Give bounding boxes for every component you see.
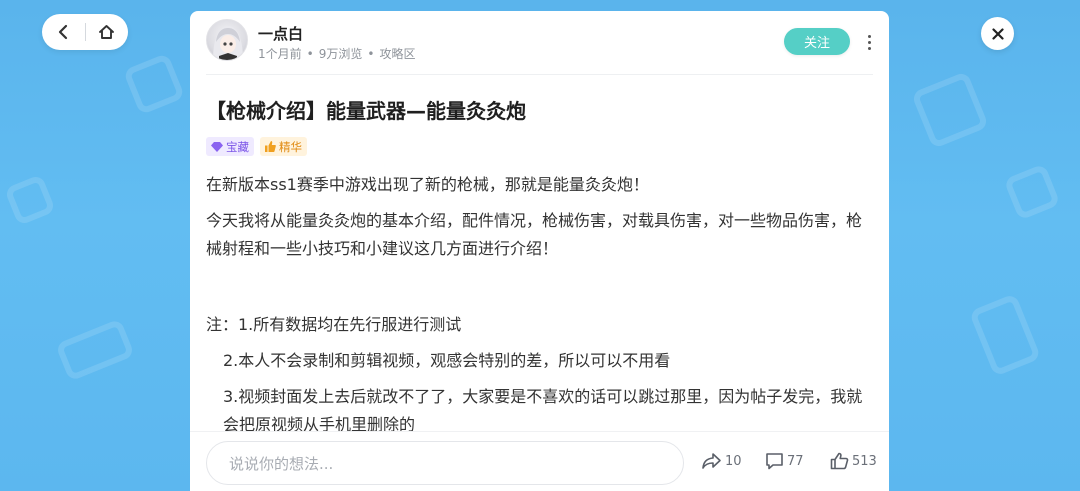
back-button[interactable] — [42, 14, 85, 50]
follow-button[interactable]: 关注 — [784, 28, 850, 55]
more-vertical-icon[interactable] — [862, 32, 876, 52]
post-title: 【枪械介绍】能量武器—能量灸灸炮 — [206, 99, 526, 123]
meta-dot: • — [306, 46, 314, 61]
tag-label: 宝藏 — [226, 139, 249, 154]
header-divider — [206, 74, 873, 75]
avatar-anime-girl — [213, 26, 243, 60]
home-icon — [99, 25, 115, 39]
like-count: 513 — [852, 453, 877, 469]
comment-input[interactable]: 说说你的想法... — [206, 441, 684, 485]
post-card: 一点白 1个月前 • 9万浏览 • 攻略区 关注 【枪械介绍】能量武器—能量灸灸… — [190, 11, 889, 491]
paragraph: 在新版本ss1赛季中游戏出现了新的枪械，那就是能量灸灸炮！ — [206, 175, 649, 194]
bottom-action-bar: 说说你的想法... 10 77 513 — [190, 431, 889, 491]
home-button[interactable] — [85, 14, 128, 50]
paragraph: 今天我将从能量灸灸炮的基本介绍，配件情况，枪械伤害，对载具伤害，对一些物品伤害，… — [206, 211, 863, 258]
paragraph: 注：1.所有数据均在先行服进行测试 — [206, 315, 462, 334]
nav-pill — [42, 14, 128, 50]
post-body: 在新版本ss1赛季中游戏出现了新的枪械，那就是能量灸灸炮！ 今天我将从能量灸灸炮… — [206, 171, 874, 447]
thumbs-up-icon — [265, 141, 276, 152]
post-time: 1个月前 — [258, 47, 302, 61]
tag-featured[interactable]: 精华 — [260, 137, 307, 156]
post-section[interactable]: 攻略区 — [379, 45, 415, 62]
post-views: 9万浏览 — [318, 47, 363, 61]
thumbs-up-icon — [830, 452, 849, 470]
share-count: 10 — [725, 453, 742, 469]
close-button[interactable] — [981, 17, 1014, 50]
author-name[interactable]: 一点白 — [258, 23, 303, 44]
share-icon — [702, 453, 721, 469]
comment-icon — [766, 453, 783, 470]
post-meta: 1个月前 • 9万浏览 • 攻略区 — [258, 45, 415, 62]
tag-label: 精华 — [279, 139, 302, 154]
author-avatar[interactable] — [206, 19, 248, 61]
comment-count: 77 — [787, 453, 804, 469]
close-icon — [991, 27, 1004, 40]
like-button[interactable]: 513 — [830, 452, 877, 470]
comment-button[interactable]: 77 — [765, 452, 804, 470]
paragraph: 2.本人不会录制和剪辑视频，观感会特别的差，所以可以不用看 — [223, 351, 671, 370]
tag-treasure[interactable]: 宝藏 — [206, 137, 254, 156]
share-button[interactable]: 10 — [702, 452, 742, 470]
post-tags: 宝藏 精华 — [206, 137, 307, 156]
chevron-left-icon — [59, 24, 68, 40]
post-header: 一点白 1个月前 • 9万浏览 • 攻略区 关注 — [190, 11, 889, 75]
meta-dot: • — [367, 46, 375, 61]
diamond-icon — [211, 141, 223, 152]
